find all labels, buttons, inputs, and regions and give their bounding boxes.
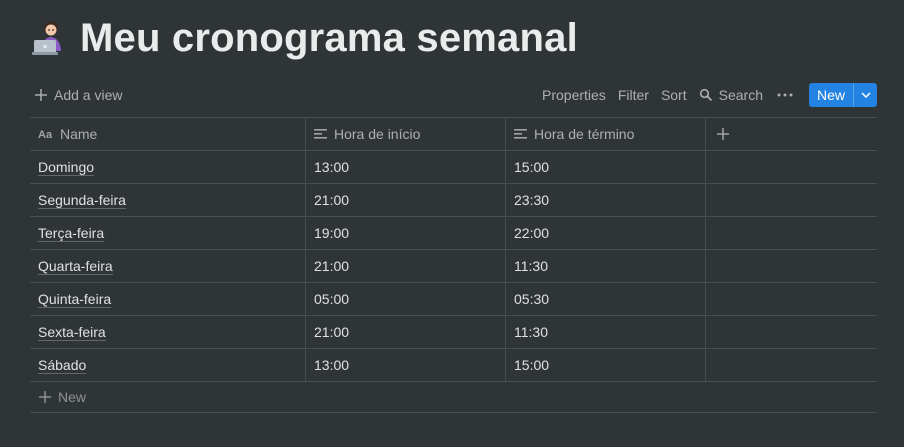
end-time: 11:30	[514, 324, 548, 340]
name-cell[interactable]: Terça-feira	[30, 217, 306, 249]
end-time-cell[interactable]: 15:00	[506, 349, 706, 381]
add-view-button[interactable]: Add a view	[30, 82, 126, 108]
end-time: 15:00	[514, 159, 550, 175]
end-time: 22:00	[514, 225, 550, 241]
table-row[interactable]: Quinta-feira 05:00 05:30	[30, 283, 877, 316]
end-time: 11:30	[514, 258, 548, 274]
end-time: 15:00	[514, 357, 550, 373]
table-row[interactable]: Sexta-feira 21:00 11:30	[30, 316, 877, 349]
row-name[interactable]: Quarta-feira	[38, 258, 113, 275]
page: Meu cronograma semanal Add a view Proper…	[0, 0, 904, 447]
search-icon	[699, 88, 712, 102]
empty-cell	[706, 184, 877, 216]
add-property-button[interactable]	[706, 118, 877, 150]
start-time-cell[interactable]: 13:00	[306, 151, 506, 183]
end-time-cell[interactable]: 23:30	[506, 184, 706, 216]
table-row[interactable]: Domingo 13:00 15:00	[30, 151, 877, 184]
start-time-cell[interactable]: 21:00	[306, 250, 506, 282]
row-name[interactable]: Sexta-feira	[38, 324, 106, 341]
table-row[interactable]: Sábado 13:00 15:00	[30, 349, 877, 382]
database-toolbar: Add a view Properties Filter Sort Search	[30, 82, 877, 108]
filter-button[interactable]: Filter	[612, 82, 655, 108]
empty-cell	[706, 316, 877, 348]
chevron-down-icon	[860, 92, 871, 98]
empty-cell	[706, 151, 877, 183]
column-header-end[interactable]: Hora de término	[506, 118, 706, 150]
name-cell[interactable]: Sexta-feira	[30, 316, 306, 348]
plus-icon	[717, 128, 729, 140]
start-time: 19:00	[314, 225, 350, 241]
start-time: 13:00	[314, 159, 350, 175]
table-row[interactable]: Terça-feira 19:00 22:00	[30, 217, 877, 250]
woman-technologist-icon[interactable]	[30, 17, 72, 59]
toolbar-actions: Properties Filter Sort Search New	[536, 82, 877, 108]
text-lines-icon	[314, 128, 328, 140]
text-lines-icon	[514, 128, 528, 140]
row-name[interactable]: Sábado	[38, 357, 87, 374]
add-row-label: New	[58, 389, 87, 405]
column-label: Hora de término	[534, 126, 635, 142]
plus-icon	[35, 89, 47, 101]
end-time-cell[interactable]: 11:30	[506, 250, 706, 282]
start-time-cell[interactable]: 05:00	[306, 283, 506, 315]
empty-cell	[706, 250, 877, 282]
start-time-cell[interactable]: 19:00	[306, 217, 506, 249]
end-time-cell[interactable]: 05:30	[506, 283, 706, 315]
schedule-table: Aa Name Hora de início Hora de término D…	[30, 117, 877, 413]
column-header-start[interactable]: Hora de início	[306, 118, 506, 150]
empty-cell	[706, 217, 877, 249]
name-cell[interactable]: Quinta-feira	[30, 283, 306, 315]
sort-button[interactable]: Sort	[655, 82, 693, 108]
row-name[interactable]: Quinta-feira	[38, 291, 112, 308]
table-header: Aa Name Hora de início Hora de término	[30, 118, 877, 151]
more-dots-icon	[777, 93, 793, 97]
add-row-button[interactable]: New	[30, 382, 877, 413]
row-name[interactable]: Terça-feira	[38, 225, 105, 242]
properties-button[interactable]: Properties	[536, 82, 612, 108]
row-name[interactable]: Domingo	[38, 159, 95, 176]
table-row[interactable]: Quarta-feira 21:00 11:30	[30, 250, 877, 283]
search-button[interactable]: Search	[693, 82, 769, 108]
page-title[interactable]: Meu cronograma semanal	[80, 16, 578, 61]
plus-icon	[39, 391, 51, 403]
end-time: 23:30	[514, 192, 550, 208]
name-cell[interactable]: Sábado	[30, 349, 306, 381]
column-label: Name	[60, 126, 98, 142]
start-time-cell[interactable]: 21:00	[306, 184, 506, 216]
name-cell[interactable]: Segunda-feira	[30, 184, 306, 216]
title-aa-icon: Aa	[38, 128, 54, 140]
new-button[interactable]: New	[809, 83, 853, 107]
end-time-cell[interactable]: 15:00	[506, 151, 706, 183]
end-time: 05:30	[514, 291, 550, 307]
search-label: Search	[718, 87, 763, 103]
start-time-cell[interactable]: 21:00	[306, 316, 506, 348]
end-time-cell[interactable]: 22:00	[506, 217, 706, 249]
more-options-button[interactable]	[769, 82, 801, 108]
column-header-name[interactable]: Aa Name	[30, 118, 306, 150]
svg-text:Aa: Aa	[38, 129, 53, 140]
start-time: 05:00	[314, 291, 350, 307]
page-header: Meu cronograma semanal	[30, 10, 578, 66]
name-cell[interactable]: Domingo	[30, 151, 306, 183]
new-button-group: New	[808, 83, 877, 107]
end-time-cell[interactable]: 11:30	[506, 316, 706, 348]
start-time: 13:00	[314, 357, 350, 373]
start-time-cell[interactable]: 13:00	[306, 349, 506, 381]
empty-cell	[706, 349, 877, 381]
new-options-button[interactable]	[853, 83, 877, 107]
start-time: 21:00	[314, 258, 350, 274]
column-label: Hora de início	[334, 126, 421, 142]
name-cell[interactable]: Quarta-feira	[30, 250, 306, 282]
start-time: 21:00	[314, 324, 350, 340]
empty-cell	[706, 283, 877, 315]
row-name[interactable]: Segunda-feira	[38, 192, 126, 209]
table-row[interactable]: Segunda-feira 21:00 23:30	[30, 184, 877, 217]
add-view-label: Add a view	[54, 87, 123, 103]
start-time: 21:00	[314, 192, 350, 208]
